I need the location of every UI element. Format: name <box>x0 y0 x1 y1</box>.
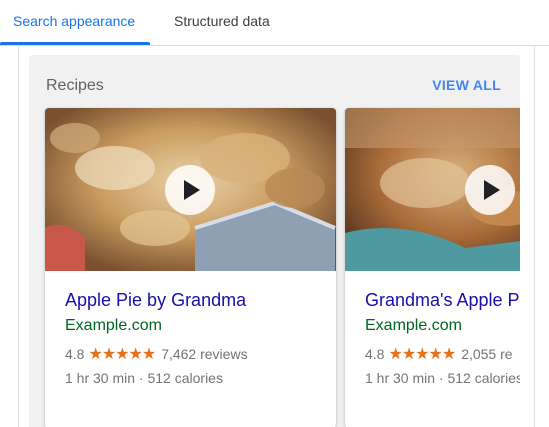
view-all-link[interactable]: VIEW ALL <box>432 77 501 93</box>
rating-row: 4.8 ★★★★★ 7,462 reviews <box>65 344 248 364</box>
tab-bar: Search appearance Structured data <box>0 0 549 46</box>
recipe-meta: 1 hr 30 min · 512 calories <box>365 370 520 386</box>
recipe-site: Example.com <box>65 317 162 334</box>
recipe-thumbnail <box>345 108 520 271</box>
recipes-panel: Recipes VIEW ALL Apple Pie by Grandma Ex… <box>29 55 520 427</box>
review-count: 7,462 reviews <box>161 346 248 362</box>
star-rating-icon: ★★★★★ <box>388 346 456 363</box>
tab-search-appearance[interactable]: Search appearance <box>13 13 135 29</box>
recipe-card[interactable]: Grandma's Apple P Example.com 4.8 ★★★★★ … <box>345 108 520 427</box>
recipe-title[interactable]: Grandma's Apple P <box>365 290 520 311</box>
tab-structured-data[interactable]: Structured data <box>174 13 270 29</box>
recipe-thumbnail <box>45 108 336 271</box>
recipe-card[interactable]: Apple Pie by Grandma Example.com 4.8 ★★★… <box>45 108 336 427</box>
play-icon[interactable] <box>165 165 215 215</box>
recipe-meta: 1 hr 30 min · 512 calories <box>65 370 223 386</box>
recipe-site: Example.com <box>365 317 462 334</box>
review-count: 2,055 re <box>461 346 513 362</box>
play-icon[interactable] <box>465 165 515 215</box>
recipe-title[interactable]: Apple Pie by Grandma <box>65 290 246 311</box>
frame-divider-right <box>534 46 535 427</box>
star-rating-icon: ★★★★★ <box>88 346 156 363</box>
rating-value: 4.8 <box>65 346 85 362</box>
rating-value: 4.8 <box>365 346 385 362</box>
rating-row: 4.8 ★★★★★ 2,055 re <box>365 344 513 364</box>
frame-divider-left <box>18 46 19 427</box>
active-tab-indicator <box>0 42 150 45</box>
panel-title: Recipes <box>46 77 104 94</box>
